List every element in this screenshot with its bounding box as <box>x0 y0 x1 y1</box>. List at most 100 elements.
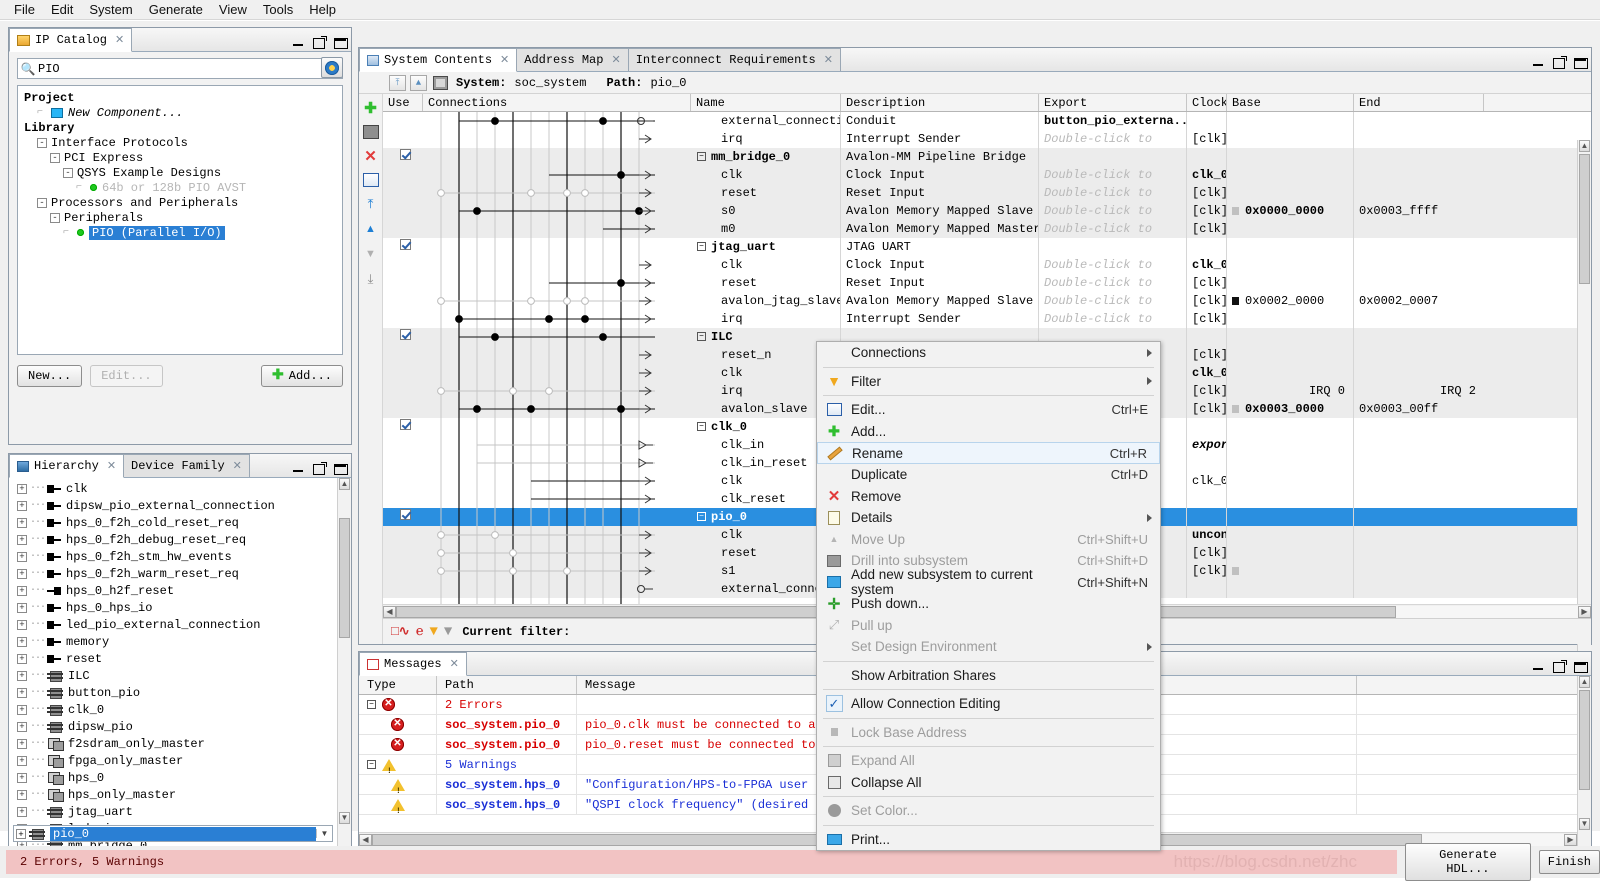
base-cell[interactable] <box>1227 112 1354 130</box>
tab-hierarchy[interactable]: Hierarchy ✕ <box>9 454 124 478</box>
end-cell[interactable]: 0x0003_00ff <box>1354 400 1484 418</box>
end-cell[interactable] <box>1354 562 1484 580</box>
messages-scrollbar[interactable]: ▲ ▼ <box>1577 676 1591 846</box>
base-cell[interactable] <box>1227 238 1354 256</box>
name-cell[interactable]: avalon_jtag_slave <box>691 292 841 310</box>
hierarchy-item[interactable]: +···hps_only_master <box>13 786 351 803</box>
grid-column-header-use[interactable]: Use <box>383 94 423 111</box>
end-cell[interactable] <box>1354 328 1484 346</box>
end-cell[interactable] <box>1354 346 1484 364</box>
clock-cell[interactable]: [clk] <box>1187 202 1227 220</box>
ip-tree-item[interactable]: -PCI Express <box>24 150 336 165</box>
scroll-thumb[interactable] <box>339 518 350 638</box>
clock-cell[interactable]: [clk] <box>1187 130 1227 148</box>
clock-cell[interactable]: clk_0 <box>1187 256 1227 274</box>
scroll-up-arrow[interactable]: ▲ <box>339 478 350 490</box>
export-cell[interactable]: Double-click to <box>1039 256 1187 274</box>
end-cell[interactable] <box>1354 580 1484 598</box>
base-cell[interactable] <box>1227 526 1354 544</box>
hierarchy-item[interactable]: +···f2sdram_only_master <box>13 735 351 752</box>
end-cell[interactable] <box>1354 472 1484 490</box>
expand-toggle[interactable]: + <box>17 501 27 511</box>
base-cell[interactable] <box>1227 148 1354 166</box>
name-cell[interactable]: clk <box>691 166 841 184</box>
base-cell[interactable] <box>1227 562 1354 580</box>
grid-column-header-export[interactable]: Export <box>1039 94 1187 111</box>
menu-item-add[interactable]: ✚Add... <box>817 421 1160 443</box>
move-to-bottom-icon[interactable]: ⤓ <box>362 271 380 287</box>
base-cell[interactable] <box>1227 310 1354 328</box>
clock-cell[interactable] <box>1187 328 1227 346</box>
clock-cell[interactable]: [clk] <box>1187 400 1227 418</box>
menu-item-print[interactable]: Print... <box>817 829 1160 851</box>
use-checkbox[interactable] <box>400 509 411 520</box>
base-cell[interactable]: IRQ 0 <box>1227 382 1354 400</box>
base-cell[interactable] <box>1227 256 1354 274</box>
hierarchy-selection-combo[interactable]: + pio_0 ▼ <box>13 825 333 842</box>
hierarchy-item[interactable]: +···dipsw_pio_external_connection <box>13 497 351 514</box>
menu-item-filter[interactable]: ▼Filter <box>817 371 1160 393</box>
ip-tree-item[interactable]: -Interface Protocols <box>24 135 336 150</box>
clock-cell[interactable] <box>1187 238 1227 256</box>
new-button[interactable]: New... <box>17 365 82 387</box>
clock-cell[interactable] <box>1187 490 1227 508</box>
connections-diagram[interactable] <box>383 112 655 612</box>
scroll-down-arrow[interactable]: ▼ <box>339 812 350 824</box>
end-cell[interactable] <box>1354 454 1484 472</box>
checkmark-icon[interactable]: ✓ <box>826 695 843 712</box>
use-checkbox[interactable] <box>400 419 411 430</box>
tree-toggle-icon[interactable]: - <box>37 198 47 208</box>
grid-column-header-connections[interactable]: Connections <box>423 94 691 111</box>
clock-cell[interactable]: [clk] <box>1187 310 1227 328</box>
menu-item-show-arbitration-shares[interactable]: Show Arbitration Shares <box>817 665 1160 687</box>
menu-item-remove[interactable]: ✕Remove <box>817 486 1160 508</box>
scroll-up-arrow[interactable]: ▲ <box>1579 140 1590 152</box>
use-checkbox[interactable] <box>400 329 411 340</box>
menu-item-edit[interactable]: Edit...Ctrl+E <box>817 399 1160 421</box>
ip-catalog-tree[interactable]: Project⌐New Component...Library-Interfac… <box>17 85 343 355</box>
messages-column-header-path[interactable]: Path <box>437 676 577 694</box>
hierarchy-item[interactable]: +···ILC <box>13 667 351 684</box>
hierarchy-item[interactable]: +···led_pio_external_connection <box>13 616 351 633</box>
add-component-icon[interactable]: ✚ <box>362 100 380 116</box>
menu-item-allow-connection-editing[interactable]: ✓Allow Connection Editing <box>817 693 1160 715</box>
export-cell[interactable]: button_pio_externa... <box>1039 112 1187 130</box>
scroll-left-arrow[interactable]: ◀ <box>359 834 372 846</box>
end-cell[interactable]: 0x0003_ffff <box>1354 202 1484 220</box>
tab-ip-catalog[interactable]: IP Catalog ✕ <box>9 28 132 52</box>
add-subsystem-icon[interactable] <box>363 125 379 139</box>
base-cell[interactable] <box>1227 544 1354 562</box>
chevron-down-icon[interactable]: ▼ <box>316 829 332 838</box>
export-cell[interactable]: Double-click to <box>1039 310 1187 328</box>
base-cell[interactable] <box>1227 364 1354 382</box>
hierarchy-item[interactable]: +···button_pio <box>13 684 351 701</box>
close-icon[interactable]: ✕ <box>500 53 509 67</box>
tree-toggle-icon[interactable]: - <box>50 153 60 163</box>
clear-filter-icon[interactable]: ▼ <box>444 624 452 640</box>
export-cell[interactable]: Double-click to <box>1039 292 1187 310</box>
expand-toggle[interactable]: + <box>16 829 26 839</box>
end-cell[interactable] <box>1354 508 1484 526</box>
tab-interconnect-requirements[interactable]: Interconnect Requirements ✕ <box>628 48 841 71</box>
clock-cell[interactable]: [clk] <box>1187 274 1227 292</box>
export-cell[interactable]: Double-click to <box>1039 202 1187 220</box>
use-checkbox[interactable] <box>400 149 411 160</box>
group-collapse-toggle[interactable]: − <box>697 422 706 431</box>
end-cell[interactable] <box>1354 436 1484 454</box>
menu-item-rename[interactable]: RenameCtrl+R <box>817 442 1160 464</box>
name-cell[interactable]: irq <box>691 310 841 328</box>
clock-cell[interactable]: exported <box>1187 436 1227 454</box>
expand-toggle[interactable]: + <box>17 586 27 596</box>
end-cell[interactable] <box>1354 112 1484 130</box>
tree-toggle-icon[interactable]: - <box>63 168 73 178</box>
base-cell[interactable] <box>1227 472 1354 490</box>
name-cell[interactable]: s0 <box>691 202 841 220</box>
clock-cell[interactable] <box>1187 148 1227 166</box>
end-cell[interactable] <box>1354 148 1484 166</box>
base-cell[interactable] <box>1227 436 1354 454</box>
hierarchy-item[interactable]: +···clk <box>13 480 351 497</box>
group-collapse-toggle[interactable]: − <box>697 152 706 161</box>
menu-file[interactable]: File <box>6 0 43 19</box>
base-cell[interactable]: 0x0002_0000 <box>1227 292 1354 310</box>
clock-cell[interactable] <box>1187 418 1227 436</box>
